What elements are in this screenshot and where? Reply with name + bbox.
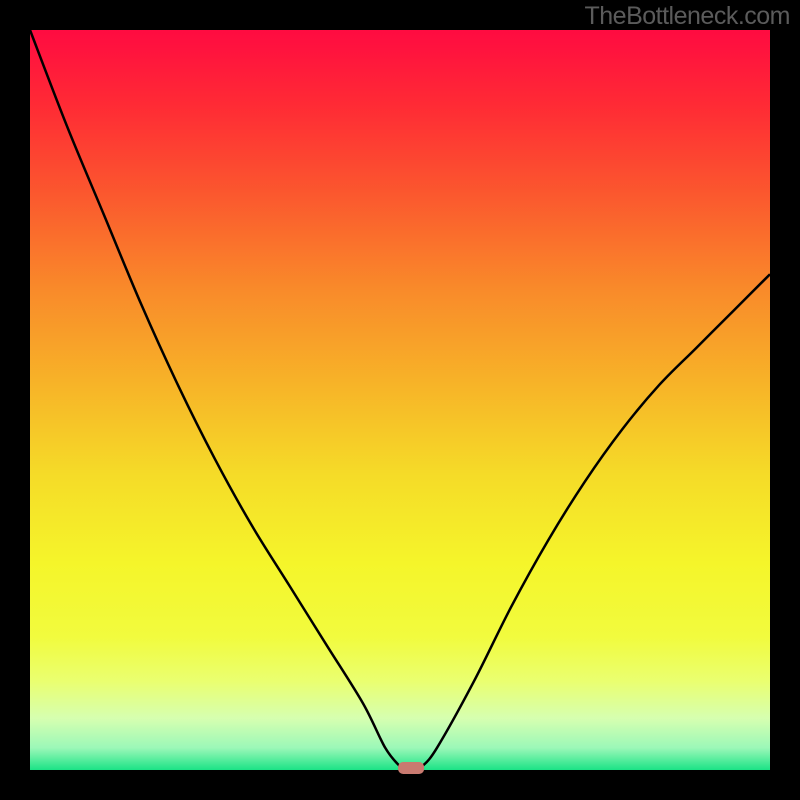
- bottleneck-chart: [0, 0, 800, 800]
- bottleneck-marker: [398, 762, 424, 774]
- plot-background: [30, 30, 770, 770]
- watermark-text: TheBottleneck.com: [585, 2, 791, 31]
- chart-container: TheBottleneck.com: [0, 0, 800, 800]
